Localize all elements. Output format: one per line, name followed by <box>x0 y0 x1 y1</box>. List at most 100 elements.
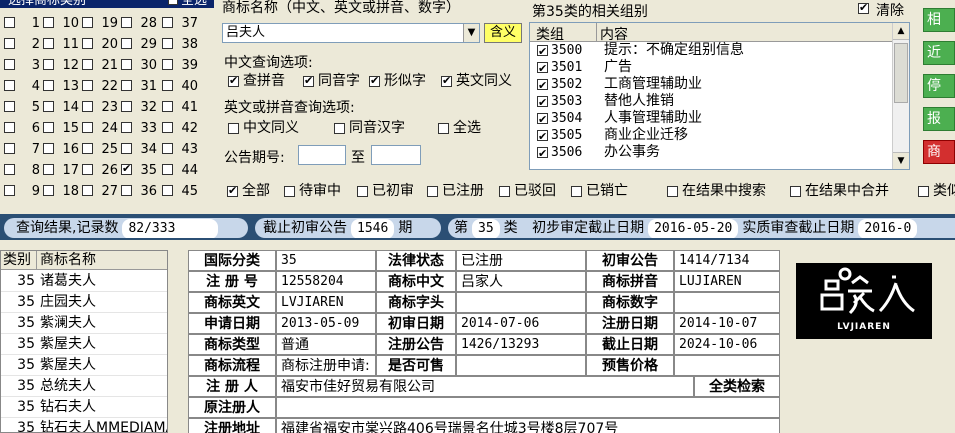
filter-checkbox-7[interactable] <box>790 186 801 197</box>
group-row-checkbox[interactable] <box>537 145 548 162</box>
group-row[interactable]: 3504 人事管理辅助业 <box>530 110 892 128</box>
class-checkbox-31[interactable] <box>121 80 132 91</box>
class-checkbox-30[interactable] <box>121 59 132 70</box>
class-checkbox-29[interactable] <box>121 38 132 49</box>
group-row[interactable]: 3502 工商管理辅助业 <box>530 76 892 94</box>
gazette-to-input[interactable] <box>371 145 421 165</box>
result-row[interactable]: 35 诸葛夫人 <box>1 271 167 292</box>
group-row-checkbox[interactable] <box>537 128 548 145</box>
clear-checkbox[interactable] <box>858 1 869 14</box>
class-checkbox-4[interactable] <box>4 80 15 91</box>
class-checkbox-27[interactable] <box>82 185 93 196</box>
cn-opts-checkbox-3[interactable] <box>441 74 452 87</box>
class-checkbox-44[interactable] <box>162 164 173 175</box>
side-button-2[interactable]: 停止 <box>923 74 955 98</box>
filter-checkbox-1[interactable] <box>284 186 295 197</box>
result-row[interactable]: 35 紫屋夫人 <box>1 355 167 376</box>
class-checkbox-3[interactable] <box>4 59 15 70</box>
filter-checkbox-5[interactable] <box>571 186 582 197</box>
class-checkbox-24[interactable] <box>82 122 93 133</box>
side-button-4[interactable]: 商标 <box>923 140 955 164</box>
filter-checkbox-8[interactable] <box>918 186 929 197</box>
result-row[interactable]: 35 总统夫人 <box>1 376 167 397</box>
group-list-scrollbar[interactable]: ▲ ▼ <box>892 23 909 169</box>
side-button-0[interactable]: 相同 <box>923 8 955 32</box>
class-checkbox-37[interactable] <box>162 17 173 28</box>
results-col-name[interactable]: 商标名称 <box>37 251 167 270</box>
class-checkbox-9[interactable] <box>4 185 15 196</box>
class-checkbox-42[interactable] <box>162 122 173 133</box>
filter-checkbox-0[interactable] <box>227 184 238 197</box>
class-checkbox-26[interactable] <box>82 164 93 175</box>
class-checkbox-32[interactable] <box>121 101 132 112</box>
class-checkbox-23[interactable] <box>82 101 93 112</box>
group-row[interactable]: 3501 广告 <box>530 59 892 77</box>
scroll-down-icon[interactable]: ▼ <box>893 152 909 169</box>
detail-full-search[interactable]: 全类检索 <box>694 376 780 397</box>
trademark-name-input[interactable]: 吕夫人 ▼ <box>222 23 480 43</box>
en-opts-checkbox-2[interactable] <box>438 123 449 134</box>
class-checkbox-1[interactable] <box>4 17 15 28</box>
meaning-button[interactable]: 含义 <box>484 23 522 43</box>
class-checkbox-45[interactable] <box>162 185 173 196</box>
scroll-thumb[interactable] <box>894 43 908 103</box>
class-checkbox-8[interactable] <box>4 164 15 175</box>
group-row[interactable]: 3505 商业企业迁移 <box>530 127 892 145</box>
group-row-checkbox[interactable] <box>537 94 548 111</box>
cn-opts-checkbox-0[interactable] <box>228 74 239 87</box>
class-checkbox-6[interactable] <box>4 122 15 133</box>
group-row[interactable]: 3506 办公事务 <box>530 144 892 162</box>
group-row[interactable]: 3500 提示：不确定组别信息 <box>530 42 892 60</box>
result-row[interactable]: 35 紫屋夫人 <box>1 334 167 355</box>
en-opts-checkbox-0[interactable] <box>228 123 239 134</box>
group-list[interactable]: 类组 内容 3500提示：不确定组别信息3501广告3502工商管理辅助业350… <box>529 22 910 170</box>
class-checkbox-34[interactable] <box>121 143 132 154</box>
class-checkbox-40[interactable] <box>162 80 173 91</box>
group-row[interactable]: 3503 替他人推销 <box>530 93 892 111</box>
group-row-checkbox[interactable] <box>537 111 548 128</box>
class-checkbox-19[interactable] <box>82 17 93 28</box>
result-row[interactable]: 35 庄园夫人 <box>1 292 167 313</box>
class-checkbox-18[interactable] <box>43 185 54 196</box>
class-checkbox-22[interactable] <box>82 80 93 91</box>
filter-checkbox-4[interactable] <box>499 186 510 197</box>
class-checkbox-5[interactable] <box>4 101 15 112</box>
class-checkbox-38[interactable] <box>162 38 173 49</box>
cn-opts-checkbox-2[interactable] <box>369 74 380 87</box>
class-checkbox-10[interactable] <box>43 17 54 28</box>
side-button-3[interactable]: 报表 <box>923 107 955 131</box>
class-checkbox-11[interactable] <box>43 38 54 49</box>
scroll-up-icon[interactable]: ▲ <box>893 23 909 40</box>
class-checkbox-7[interactable] <box>4 143 15 154</box>
en-opts-checkbox-1[interactable] <box>334 123 345 134</box>
filter-checkbox-3[interactable] <box>427 186 438 197</box>
dropdown-arrow-icon[interactable]: ▼ <box>463 24 479 42</box>
class-checkbox-39[interactable] <box>162 59 173 70</box>
class-checkbox-35[interactable] <box>121 162 132 175</box>
class-checkbox-33[interactable] <box>121 122 132 133</box>
class-checkbox-25[interactable] <box>82 143 93 154</box>
result-row[interactable]: 35 钻石夫人MMEDIAMA <box>1 418 167 432</box>
result-row[interactable]: 35 钻石夫人 <box>1 397 167 418</box>
class-checkbox-28[interactable] <box>121 17 132 28</box>
class-checkbox-41[interactable] <box>162 101 173 112</box>
class-checkbox-12[interactable] <box>43 59 54 70</box>
side-button-1[interactable]: 近似 <box>923 41 955 65</box>
class-checkbox-17[interactable] <box>43 164 54 175</box>
class-checkbox-36[interactable] <box>121 185 132 196</box>
class-checkbox-21[interactable] <box>82 59 93 70</box>
results-list[interactable]: 类别 商标名称 35 诸葛夫人 35 庄园夫人 35 紫澜夫人 35 紫屋夫人 35 紫屋夫人 35… <box>0 250 168 433</box>
class-checkbox-20[interactable] <box>82 38 93 49</box>
gazette-from-input[interactable] <box>298 145 346 165</box>
class-checkbox-13[interactable] <box>43 80 54 91</box>
results-col-class[interactable]: 类别 <box>1 251 37 270</box>
class-checkbox-15[interactable] <box>43 122 54 133</box>
class-checkbox-16[interactable] <box>43 143 54 154</box>
class-checkbox-2[interactable] <box>4 38 15 49</box>
filter-checkbox-6[interactable] <box>667 186 678 197</box>
group-row-checkbox[interactable] <box>537 77 548 94</box>
class-checkbox-14[interactable] <box>43 101 54 112</box>
filter-checkbox-2[interactable] <box>357 186 368 197</box>
class-checkbox-43[interactable] <box>162 143 173 154</box>
result-row[interactable]: 35 紫澜夫人 <box>1 313 167 334</box>
